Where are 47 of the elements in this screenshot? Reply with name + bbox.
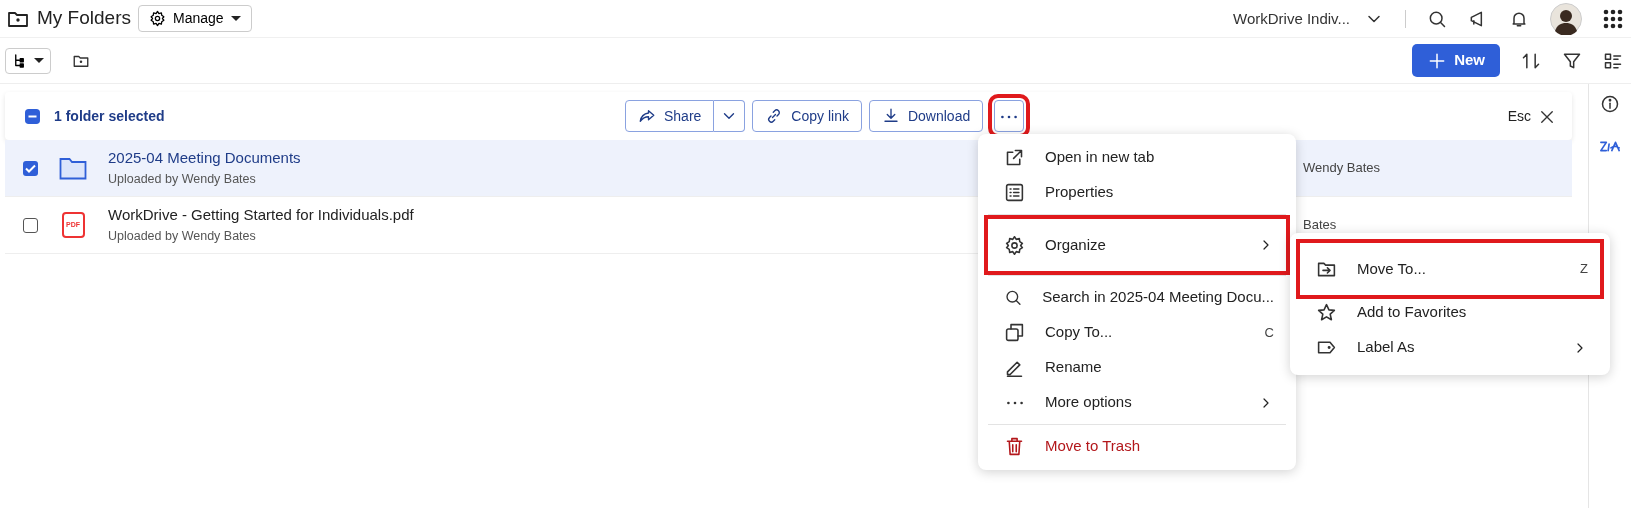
- manage-button[interactable]: Manage: [137, 5, 252, 32]
- new-button[interactable]: New: [1412, 44, 1500, 77]
- menu-item[interactable]: More options: [988, 385, 1286, 420]
- settings-icon: [148, 10, 166, 27]
- copy-link-button[interactable]: Copy link: [752, 100, 862, 132]
- uploader-text: Uploaded by Wendy Bates: [108, 170, 257, 188]
- owner-name: Bates: [1303, 216, 1337, 235]
- caret-icon: [33, 58, 44, 63]
- file-name[interactable]: WorkDrive - Getting Started for Individuals.pdf: [108, 204, 414, 227]
- select-all-checkbox[interactable]: [25, 108, 40, 124]
- menu-item[interactable]: Add to Favorites: [1300, 295, 1600, 330]
- copy-icon: [1004, 322, 1025, 343]
- download-button[interactable]: Download: [868, 100, 984, 132]
- workspace-dropdown[interactable]: WorkDrive Indiv...: [1233, 8, 1384, 29]
- menu-item[interactable]: Rename: [988, 350, 1286, 385]
- open-in-new-tab-icon: [1004, 147, 1025, 168]
- info-button[interactable]: [1600, 94, 1620, 114]
- star-icon: [1316, 302, 1337, 323]
- shortcut-key: Z: [1580, 259, 1588, 279]
- caret-icon: [230, 16, 241, 21]
- shortcut-key: C: [1264, 322, 1274, 343]
- menu-item[interactable]: Open in new tab: [988, 140, 1286, 175]
- owner-name: Wendy Bates: [1303, 159, 1381, 178]
- file-name[interactable]: 2025-04 Meeting Documents: [108, 147, 301, 170]
- more-icon: [1000, 114, 1017, 119]
- esc-label: Esc: [1507, 106, 1531, 126]
- menu-item[interactable]: Search in 2025-04 Meeting Docu...: [988, 280, 1286, 315]
- row-checkbox[interactable]: [23, 217, 38, 233]
- more-icon: [1006, 400, 1023, 405]
- properties-icon: [1004, 182, 1025, 203]
- row-checkbox[interactable]: [23, 160, 38, 176]
- folder-icon: [59, 156, 87, 180]
- trash-icon: [1004, 436, 1025, 457]
- app-grid-icon[interactable]: [1603, 8, 1623, 29]
- share-button[interactable]: Share: [625, 100, 715, 132]
- settings-icon: [1004, 234, 1025, 256]
- tree-view-button[interactable]: [5, 47, 51, 74]
- uploader-text: Uploaded by Wendy Bates: [108, 227, 257, 245]
- menu-item[interactable]: Move to Trash: [988, 429, 1286, 464]
- menu-item[interactable]: Label As: [1300, 330, 1600, 365]
- page-title: My Folders: [37, 6, 131, 31]
- avatar[interactable]: [1550, 2, 1582, 35]
- share-icon: [638, 107, 656, 125]
- selection-count: 1 folder selected: [54, 106, 165, 126]
- download-icon: [881, 107, 900, 125]
- menu-item[interactable]: Copy To... C: [988, 315, 1286, 350]
- info-icon: [1600, 94, 1620, 114]
